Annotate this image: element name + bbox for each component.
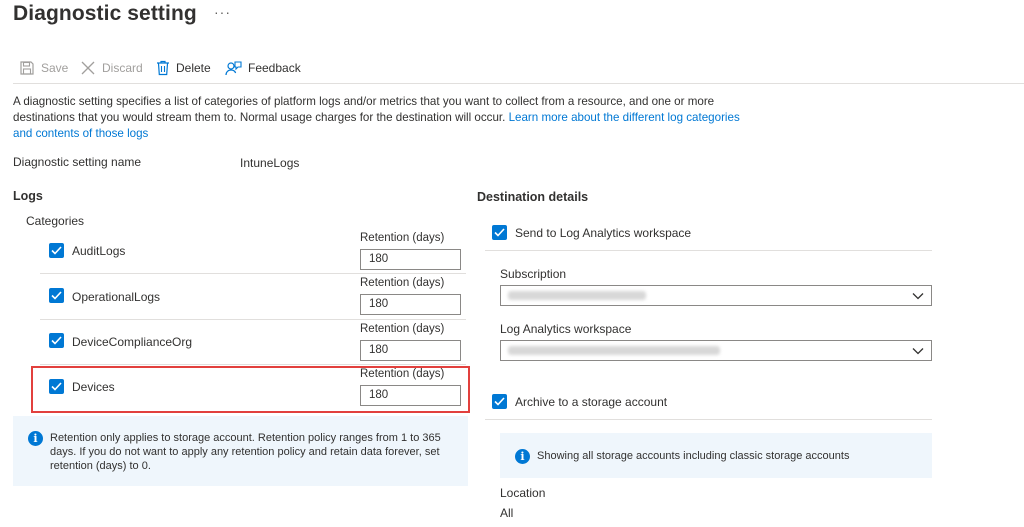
subscription-dropdown[interactable]: [500, 285, 932, 306]
retention-label: Retention (days): [360, 323, 445, 335]
chevron-down-icon: [912, 348, 924, 355]
operationallogs-label: OperationalLogs: [72, 290, 161, 304]
operationallogs-retention-input[interactable]: 180: [360, 294, 461, 315]
redacted-value: [508, 291, 646, 300]
retention-label: Retention (days): [360, 277, 445, 289]
info-icon: i: [28, 431, 43, 446]
chevron-down-icon: [912, 293, 924, 300]
storage-info-text: Showing all storage accounts including c…: [537, 450, 850, 462]
description: A diagnostic setting specifies a list of…: [13, 94, 748, 142]
checkmark-icon: [51, 246, 62, 255]
save-button[interactable]: Save: [19, 58, 68, 78]
operationallogs-checkbox[interactable]: [49, 288, 64, 303]
workspace-dropdown[interactable]: [500, 340, 932, 361]
checkmark-icon: [494, 228, 505, 237]
log-analytics-checkbox[interactable]: [492, 225, 507, 240]
setting-name-label: Diagnostic setting name: [13, 155, 142, 169]
auditlogs-label: AuditLogs: [72, 244, 126, 258]
info-icon: i: [515, 449, 530, 464]
devices-label: Devices: [72, 380, 115, 394]
devices-checkbox[interactable]: [49, 379, 64, 394]
delete-icon: [156, 60, 170, 76]
storage-info-box: i Showing all storage accounts including…: [500, 433, 932, 478]
retention-info-box: i Retention only applies to storage acco…: [13, 416, 468, 486]
auditlogs-retention-input[interactable]: 180: [360, 249, 461, 270]
location-value: All: [500, 506, 514, 520]
retention-label: Retention (days): [360, 232, 445, 244]
delete-button[interactable]: Delete: [156, 58, 211, 78]
checkmark-icon: [494, 397, 505, 406]
discard-label: Discard: [102, 61, 143, 75]
save-label: Save: [41, 61, 69, 75]
checkmark-icon: [51, 336, 62, 345]
categories-label: Categories: [26, 214, 85, 228]
save-icon: [19, 60, 35, 76]
destination-divider: [485, 250, 932, 251]
archive-storage-label: Archive to a storage account: [515, 395, 668, 409]
discard-icon: [80, 60, 96, 76]
logs-title: Logs: [13, 189, 43, 203]
retention-label: Retention (days): [360, 368, 445, 380]
row-divider: [40, 364, 466, 365]
retention-info-text: Retention only applies to storage accoun…: [50, 432, 441, 472]
auditlogs-checkbox[interactable]: [49, 243, 64, 258]
destination-divider: [485, 419, 932, 420]
row-divider: [40, 319, 466, 320]
devices-retention-input[interactable]: 180: [360, 385, 461, 406]
delete-label: Delete: [176, 61, 211, 75]
log-analytics-label: Send to Log Analytics workspace: [515, 226, 692, 240]
feedback-button[interactable]: Feedback: [225, 58, 301, 78]
page-title: Diagnostic setting: [13, 2, 197, 25]
feedback-icon: [225, 60, 242, 76]
discard-button[interactable]: Discard: [80, 58, 143, 78]
toolbar-divider: [13, 83, 1024, 84]
devicecomplianceorg-label: DeviceComplianceOrg: [72, 335, 193, 349]
destination-title: Destination details: [477, 190, 589, 204]
devicecomplianceorg-retention-input[interactable]: 180: [360, 340, 461, 361]
row-divider: [40, 273, 466, 274]
devicecomplianceorg-checkbox[interactable]: [49, 333, 64, 348]
workspace-label: Log Analytics workspace: [500, 322, 632, 336]
archive-storage-checkbox[interactable]: [492, 394, 507, 409]
location-label: Location: [500, 486, 546, 500]
redacted-value: [508, 346, 720, 355]
checkmark-icon: [51, 382, 62, 391]
feedback-label: Feedback: [248, 61, 301, 75]
checkmark-icon: [51, 291, 62, 300]
more-options-button[interactable]: ···: [214, 4, 231, 20]
subscription-label: Subscription: [500, 267, 567, 281]
setting-name-value: IntuneLogs: [240, 156, 300, 170]
